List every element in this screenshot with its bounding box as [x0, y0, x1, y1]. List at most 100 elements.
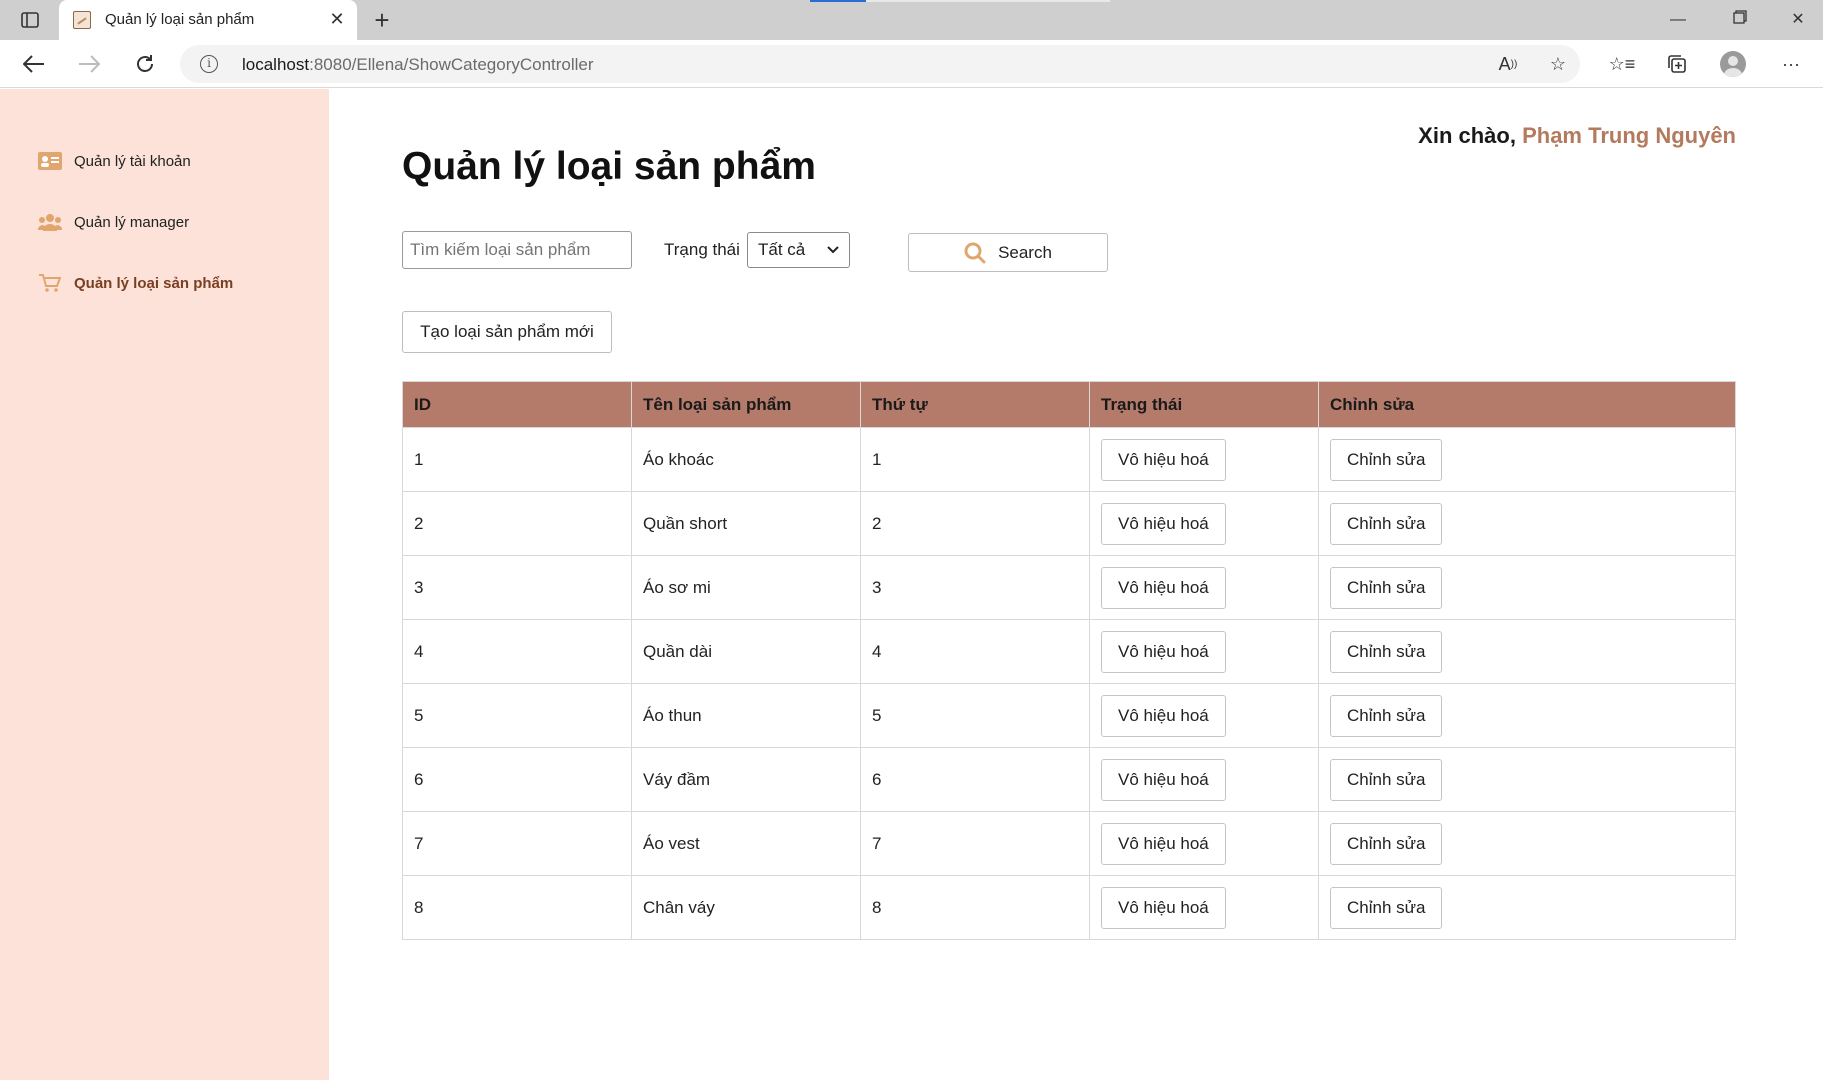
edit-button[interactable]: Chỉnh sửa — [1330, 438, 1443, 481]
cell-id: 8 — [402, 875, 632, 940]
cell-edit: Chỉnh sửa — [1318, 747, 1736, 812]
site-info-icon[interactable]: i — [200, 55, 218, 73]
edit-button[interactable]: Chỉnh sửa — [1330, 822, 1443, 865]
status-filter-label: Trạng thái — [664, 240, 740, 259]
disable-button[interactable]: Vô hiệu hoá — [1101, 630, 1226, 673]
disable-button[interactable]: Vô hiệu hoá — [1101, 694, 1226, 737]
create-category-button[interactable]: Tạo loại sản phẩm mới — [402, 311, 612, 353]
sidebar-item-label: Quản lý manager — [74, 213, 190, 231]
cell-order: 6 — [860, 747, 1090, 812]
sidebar-item-accounts[interactable]: Quản lý tài khoản — [38, 152, 191, 170]
address-bar[interactable]: i localhost:8080/Ellena/ShowCategoryCont… — [180, 45, 1580, 83]
cell-id: 7 — [402, 811, 632, 876]
load-progress-bar — [810, 0, 866, 2]
disable-button[interactable]: Vô hiệu hoá — [1101, 502, 1226, 545]
disable-button[interactable]: Vô hiệu hoá — [1101, 438, 1226, 481]
cell-name: Áo thun — [631, 683, 861, 748]
cell-edit: Chỉnh sửa — [1318, 683, 1736, 748]
collections-icon[interactable] — [1661, 48, 1693, 80]
cell-id: 6 — [402, 747, 632, 812]
cell-status: Vô hiệu hoá — [1089, 619, 1319, 684]
close-window-button[interactable]: ✕ — [1778, 6, 1818, 34]
disable-button[interactable]: Vô hiệu hoá — [1101, 566, 1226, 609]
search-button-label: Search — [998, 242, 1052, 262]
edit-button[interactable]: Chỉnh sửa — [1330, 694, 1443, 737]
cell-order: 2 — [860, 491, 1090, 556]
cell-order: 1 — [860, 427, 1090, 492]
search-icon — [964, 242, 986, 263]
column-header-order: Thứ tự — [860, 381, 1090, 428]
profile-avatar[interactable] — [1717, 48, 1749, 80]
forward-arrow-icon — [79, 55, 100, 73]
table-row: 1 Áo khoác 1 Vô hiệu hoá Chỉnh sửa — [402, 427, 1736, 492]
cell-status: Vô hiệu hoá — [1089, 427, 1319, 492]
user-name: Phạm Trung Nguyên — [1522, 123, 1736, 148]
search-button[interactable]: Search — [908, 233, 1108, 272]
load-progress-track — [866, 0, 1110, 2]
cell-name: Chân váy — [631, 875, 861, 940]
cell-edit: Chỉnh sửa — [1318, 619, 1736, 684]
cell-name: Áo khoác — [631, 427, 861, 492]
id-card-icon — [38, 152, 62, 170]
add-favorite-icon[interactable]: ☆ — [1542, 48, 1574, 80]
cell-status: Vô hiệu hoá — [1089, 875, 1319, 940]
edit-button[interactable]: Chỉnh sửa — [1330, 566, 1443, 609]
cell-id: 4 — [402, 619, 632, 684]
cell-id: 2 — [402, 491, 632, 556]
cell-name: Quần dài — [631, 619, 861, 684]
new-tab-button[interactable]: + — [368, 6, 396, 34]
cell-edit: Chỉnh sửa — [1318, 875, 1736, 940]
cell-order: 7 — [860, 811, 1090, 876]
tab-actions-button[interactable] — [14, 8, 46, 32]
sidebar-item-categories[interactable]: Quản lý loại sản phẩm — [38, 274, 233, 292]
sidebar-item-managers[interactable]: Quản lý manager — [38, 213, 189, 231]
site-favicon-icon — [73, 11, 91, 29]
category-table: ID Tên loại sản phẩm Thứ tự Trạng thái C… — [402, 381, 1736, 940]
url-text: localhost:8080/Ellena/ShowCategoryContro… — [242, 55, 594, 74]
restore-button[interactable] — [1720, 6, 1760, 34]
tab-close-icon[interactable]: ✕ — [327, 9, 347, 29]
sidebar-item-label: Quản lý loại sản phẩm — [74, 274, 234, 292]
user-greeting: Xin chào, Phạm Trung Nguyên — [1418, 123, 1736, 149]
read-aloud-icon[interactable]: A)) — [1492, 48, 1524, 80]
more-menu-icon[interactable]: ··· — [1775, 48, 1807, 80]
minimize-button[interactable]: — — [1658, 6, 1698, 34]
category-search-input[interactable] — [402, 231, 632, 269]
cell-status: Vô hiệu hoá — [1089, 811, 1319, 876]
back-button[interactable] — [18, 48, 50, 80]
chevron-down-icon — [827, 246, 839, 254]
table-row: 6 Váy đầm 6 Vô hiệu hoá Chỉnh sửa — [402, 747, 1736, 812]
table-row: 3 Áo sơ mi 3 Vô hiệu hoá Chỉnh sửa — [402, 555, 1736, 620]
disable-button[interactable]: Vô hiệu hoá — [1101, 758, 1226, 801]
browser-tab-active[interactable]: Quản lý loại sản phẩm ✕ — [59, 0, 357, 40]
browser-toolbar: i localhost:8080/Ellena/ShowCategoryCont… — [0, 40, 1823, 88]
cell-status: Vô hiệu hoá — [1089, 555, 1319, 620]
sidebar-item-label: Quản lý tài khoản — [74, 152, 191, 170]
main-content: Xin chào, Phạm Trung Nguyên Quản lý loại… — [329, 89, 1823, 1080]
forward-button[interactable] — [73, 48, 105, 80]
edit-button[interactable]: Chỉnh sửa — [1330, 758, 1443, 801]
disable-button[interactable]: Vô hiệu hoá — [1101, 822, 1226, 865]
reload-button[interactable] — [129, 48, 161, 80]
favorites-icon[interactable]: ☆≡ — [1606, 48, 1638, 80]
tab-actions-icon — [21, 12, 39, 28]
cell-order: 5 — [860, 683, 1090, 748]
column-header-status: Trạng thái — [1089, 381, 1319, 428]
cart-icon — [38, 274, 62, 292]
cell-name: Quần short — [631, 491, 861, 556]
browser-tabstrip: Quản lý loại sản phẩm ✕ + — ✕ — [0, 0, 1823, 40]
cell-edit: Chỉnh sửa — [1318, 811, 1736, 876]
edit-button[interactable]: Chỉnh sửa — [1330, 630, 1443, 673]
cell-id: 1 — [402, 427, 632, 492]
disable-button[interactable]: Vô hiệu hoá — [1101, 886, 1226, 929]
table-row: 5 Áo thun 5 Vô hiệu hoá Chỉnh sửa — [402, 683, 1736, 748]
cell-order: 3 — [860, 555, 1090, 620]
column-header-edit: Chỉnh sửa — [1318, 381, 1736, 428]
edit-button[interactable]: Chỉnh sửa — [1330, 886, 1443, 929]
reload-icon — [137, 55, 153, 72]
edit-button[interactable]: Chỉnh sửa — [1330, 502, 1443, 545]
greeting-prefix: Xin chào, — [1418, 123, 1516, 148]
status-filter-select[interactable]: Tất cả — [747, 232, 850, 268]
column-header-name: Tên loại sản phẩm — [631, 381, 861, 428]
cell-order: 4 — [860, 619, 1090, 684]
